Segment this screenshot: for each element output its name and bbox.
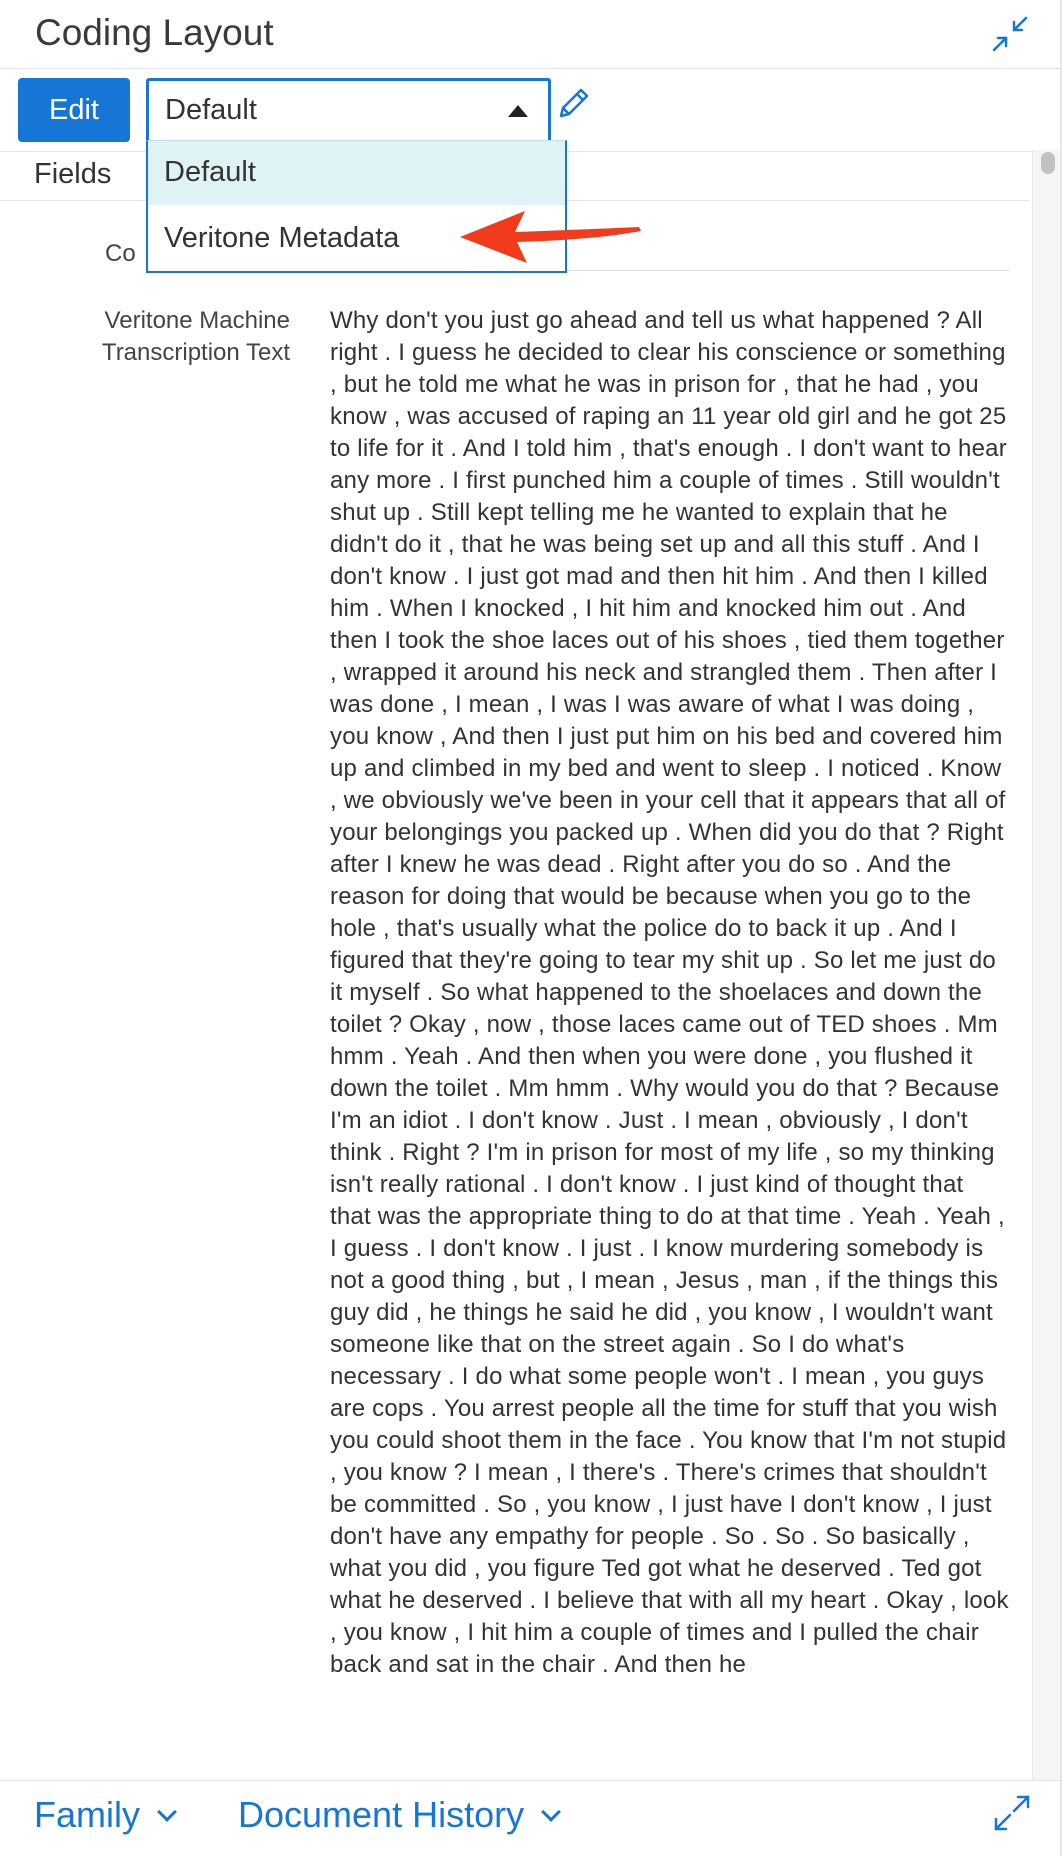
dropdown-option-label: Veritone Metadata <box>164 222 400 254</box>
dropdown-option-label: Default <box>164 156 256 188</box>
panel-title: Coding Layout <box>35 12 274 53</box>
tab-family[interactable]: Family <box>34 1794 177 1836</box>
pencil-icon[interactable] <box>553 84 593 124</box>
collapse-arrows-icon[interactable] <box>990 14 1030 54</box>
expand-arrows-icon[interactable] <box>992 1793 1032 1833</box>
layout-select[interactable]: Default <box>146 78 551 144</box>
coding-layout-panel: Coding Layout Edit Default Fields Co Ver… <box>0 0 1062 1857</box>
edit-button[interactable]: Edit <box>18 78 130 142</box>
field-label-line: Veritone Machine <box>104 307 290 334</box>
annotation-arrow-icon <box>460 211 641 263</box>
panel-footer: Family Document History <box>0 1780 1060 1857</box>
field-label-line: Transcription Text <box>101 339 290 366</box>
scrollbar-thumb[interactable] <box>1041 152 1055 174</box>
scrollbar-track[interactable] <box>1032 150 1061 1780</box>
tab-document-history[interactable]: Document History <box>238 1794 561 1836</box>
caret-up-icon <box>508 105 528 117</box>
transcription-field-label: Veritone Machine Transcription Text <box>60 305 290 369</box>
chevron-down-icon <box>541 1802 561 1822</box>
chevron-down-icon <box>157 1802 177 1822</box>
field-label-partial: Co <box>105 240 136 267</box>
tab-label: Family <box>34 1794 140 1835</box>
tab-label: Document History <box>238 1794 525 1835</box>
panel-header: Coding Layout <box>0 0 1060 69</box>
fields-tab[interactable]: Fields <box>34 158 111 191</box>
dropdown-option-default[interactable]: Default <box>148 141 565 205</box>
transcription-field-value: Why don't you just go ahead and tell us … <box>330 307 1009 1678</box>
layout-select-value: Default <box>165 94 257 126</box>
